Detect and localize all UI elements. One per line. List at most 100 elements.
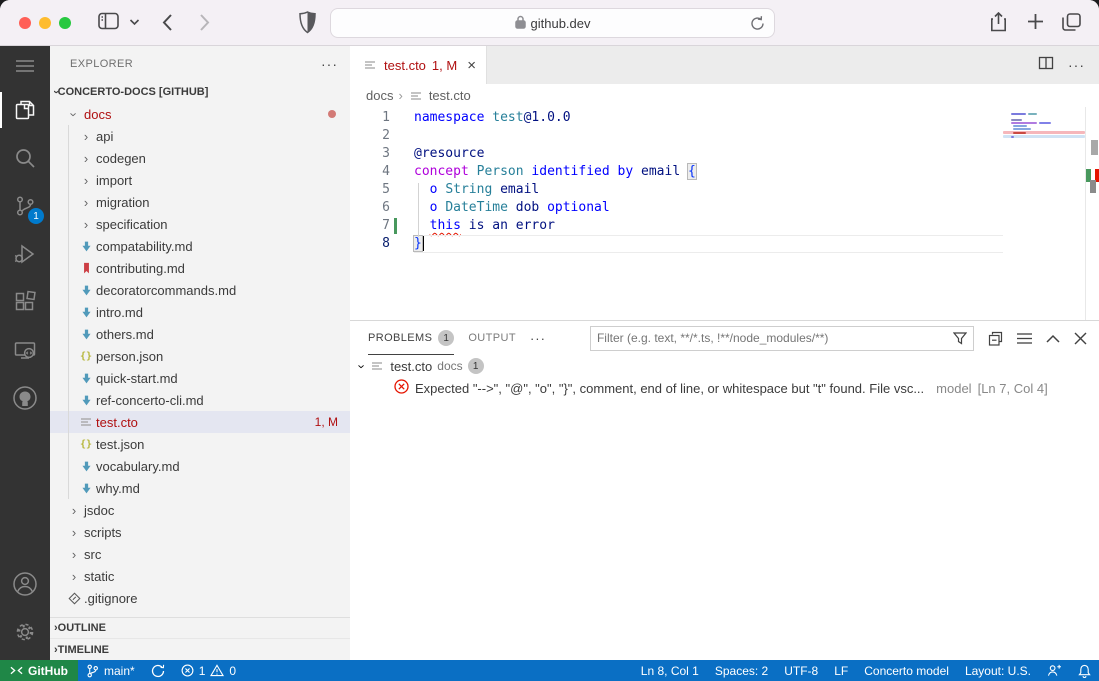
menu-icon[interactable] (0, 46, 50, 86)
eol-sequence[interactable]: LF (826, 664, 856, 678)
zoom-window-button[interactable] (59, 17, 71, 29)
tab-decoration: 1, M (432, 58, 457, 73)
tab-output[interactable]: OUTPUT (468, 321, 516, 355)
tree-item-api[interactable]: ›api (50, 125, 350, 147)
source-control-icon[interactable]: 1 (0, 182, 50, 230)
sync-button[interactable] (143, 660, 173, 681)
tree-item-scripts[interactable]: ›scripts (50, 521, 350, 543)
account-icon[interactable] (0, 560, 50, 608)
tree-item-codegen[interactable]: ›codegen (50, 147, 350, 169)
tree-item-specification[interactable]: ›specification (50, 213, 350, 235)
tree-item-quick-start.md[interactable]: quick-start.md (50, 367, 350, 389)
overview-ruler[interactable] (1085, 107, 1099, 320)
markdown-file-icon (78, 238, 94, 254)
tree-item-ref-concerto-cli.md[interactable]: ref-concerto-cli.md (50, 389, 350, 411)
github-icon[interactable] (0, 374, 50, 422)
notifications-bell-icon[interactable] (1070, 664, 1099, 678)
feedback-icon[interactable] (1039, 664, 1070, 677)
filter-input[interactable] (591, 331, 947, 345)
code-line-4[interactable]: 4concept Person identified by email { (350, 163, 1003, 181)
branch-indicator[interactable]: main* (78, 660, 143, 681)
outline-label: OUTLINE (58, 622, 106, 634)
outline-section-header[interactable]: › OUTLINE (50, 618, 350, 639)
problem-error-row[interactable]: Expected "-->", "@", "o", "}", comment, … (350, 377, 1099, 399)
share-icon[interactable] (990, 12, 1007, 33)
breadcrumb-folder[interactable]: docs (366, 88, 393, 103)
tree-item-contributing.md[interactable]: contributing.md (50, 257, 350, 279)
problems-filter[interactable] (590, 326, 974, 351)
back-button[interactable] (162, 13, 173, 32)
code-editor[interactable]: 1namespace test@1.0.023@resource4concept… (350, 107, 1099, 320)
minimap[interactable] (1003, 107, 1085, 320)
breadcrumb-file[interactable]: test.cto (429, 88, 471, 103)
markdown-file-icon (78, 480, 94, 496)
tree-item-test.cto[interactable]: test.cto1, M (50, 411, 350, 433)
code-line-6[interactable]: 6 o DateTime dob optional (350, 199, 1003, 217)
tree-item-intro.md[interactable]: intro.md (50, 301, 350, 323)
tree-item-person.json[interactable]: {}person.json (50, 345, 350, 367)
minimize-window-button[interactable] (39, 17, 51, 29)
tree-item-why.md[interactable]: why.md (50, 477, 350, 499)
forward-button[interactable] (199, 13, 210, 32)
tree-item-jsdoc[interactable]: ›jsdoc (50, 499, 350, 521)
tree-item-src[interactable]: ›src (50, 543, 350, 565)
tree-item-compatability.md[interactable]: compatability.md (50, 235, 350, 257)
scrollbar-slider[interactable] (1091, 140, 1098, 155)
tab-test-cto[interactable]: test.cto 1, M × (350, 46, 487, 84)
tab-overview-icon[interactable] (1062, 13, 1081, 31)
remote-indicator[interactable]: GitHub (0, 660, 78, 681)
tab-problems[interactable]: PROBLEMS 1 (368, 321, 454, 355)
maximize-panel-icon[interactable] (1046, 334, 1060, 343)
code-line-3[interactable]: 3@resource (350, 145, 1003, 163)
tree-item-docs[interactable]: ›docs (50, 103, 350, 125)
explorer-icon[interactable] (0, 86, 50, 134)
keyboard-layout[interactable]: Layout: U.S. (957, 664, 1039, 678)
panel-more-tabs-icon[interactable]: ··· (530, 331, 546, 346)
split-editor-icon[interactable] (1038, 55, 1054, 76)
search-icon[interactable] (0, 134, 50, 182)
encoding[interactable]: UTF-8 (776, 664, 826, 678)
code-line-7[interactable]: 7 this is an error (350, 217, 1003, 235)
tree-item-static[interactable]: ›static (50, 565, 350, 587)
tree-item-import[interactable]: ›import (50, 169, 350, 191)
indent-guide (418, 183, 419, 237)
code-line-5[interactable]: 5 o String email (350, 181, 1003, 199)
collapse-all-icon[interactable] (988, 331, 1003, 346)
close-panel-icon[interactable] (1074, 332, 1087, 345)
language-mode[interactable]: Concerto model (856, 664, 957, 678)
run-debug-icon[interactable] (0, 230, 50, 278)
code-line-8[interactable]: 8} (350, 235, 1003, 253)
code-line-2[interactable]: 2 (350, 127, 1003, 145)
new-tab-icon[interactable] (1027, 13, 1044, 30)
markdown-file-icon (78, 304, 94, 320)
workspace-section-header[interactable]: › CONCERTO-DOCS [GITHUB] (50, 81, 350, 103)
privacy-shield-icon[interactable] (299, 11, 316, 34)
tree-item-test.json[interactable]: {}test.json (50, 433, 350, 455)
indentation[interactable]: Spaces: 2 (707, 664, 776, 678)
settings-gear-icon[interactable] (0, 608, 50, 656)
code-line-1[interactable]: 1namespace test@1.0.0 (350, 109, 1003, 127)
problems-indicator[interactable]: 1 0 (173, 660, 244, 681)
view-mode-icon[interactable] (1017, 332, 1032, 345)
tree-item-others.md[interactable]: others.md (50, 323, 350, 345)
close-tab-icon[interactable]: × (467, 57, 476, 74)
chevron-right-icon: › (78, 151, 94, 166)
remote-explorer-icon[interactable] (0, 326, 50, 374)
cursor-position[interactable]: Ln 8, Col 1 (633, 664, 707, 678)
filter-funnel-icon[interactable] (947, 331, 973, 345)
tree-item-vocabulary.md[interactable]: vocabulary.md (50, 455, 350, 477)
close-window-button[interactable] (19, 17, 31, 29)
address-bar[interactable]: github.dev (330, 8, 775, 38)
sidebar-chevron-icon[interactable] (129, 18, 140, 26)
editor-more-actions-icon[interactable]: ··· (1068, 57, 1085, 73)
extensions-icon[interactable] (0, 278, 50, 326)
timeline-section-header[interactable]: › TIMELINE (50, 639, 350, 660)
sidebar-toggle-icon[interactable] (98, 12, 119, 30)
tree-item-migration[interactable]: ›migration (50, 191, 350, 213)
reload-icon[interactable] (750, 15, 765, 35)
tree-item-.gitignore[interactable]: .gitignore (50, 587, 350, 609)
markdown-file-icon (78, 458, 94, 474)
tree-item-decoratorcommands.md[interactable]: decoratorcommands.md (50, 279, 350, 301)
explorer-more-actions[interactable]: ··· (321, 56, 338, 72)
problems-file-group[interactable]: › test.cto docs 1 (350, 355, 1099, 377)
